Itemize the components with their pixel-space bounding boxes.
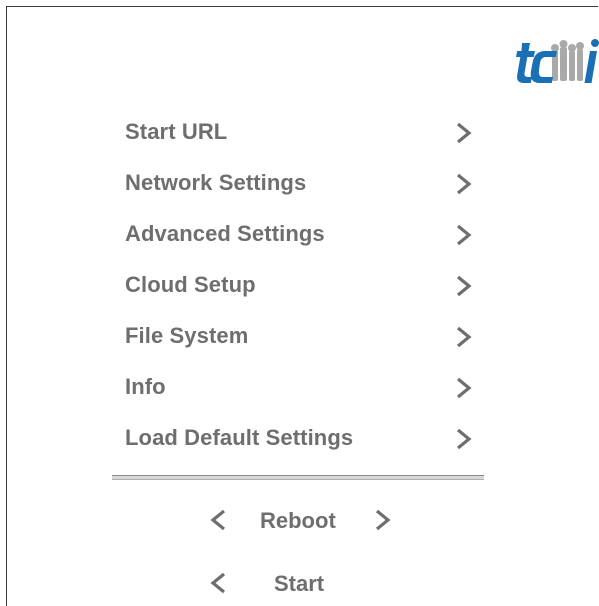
chevron-right-icon bbox=[456, 224, 472, 246]
menu-item-info[interactable]: Info bbox=[125, 366, 485, 408]
chevron-right-icon bbox=[456, 326, 472, 348]
menu-item-start-url[interactable]: Start URL bbox=[125, 111, 485, 153]
menu-item-file-system[interactable]: File System bbox=[125, 315, 485, 357]
menu-item-label: File System bbox=[125, 323, 249, 348]
menu-item-label: Network Settings bbox=[125, 170, 307, 195]
chevron-right-icon bbox=[456, 122, 472, 144]
chevron-left-icon[interactable] bbox=[207, 508, 229, 532]
start-control: Start bbox=[7, 564, 599, 604]
tcmi-logo bbox=[516, 39, 599, 83]
chevron-right-icon bbox=[456, 173, 472, 195]
menu-item-cloud-setup[interactable]: Cloud Setup bbox=[125, 264, 485, 306]
chevron-right-icon bbox=[456, 377, 472, 399]
chevron-right-icon[interactable] bbox=[372, 508, 394, 532]
menu-item-load-default-settings[interactable]: Load Default Settings bbox=[125, 417, 485, 459]
menu-divider bbox=[112, 475, 484, 480]
menu-item-label: Cloud Setup bbox=[125, 272, 256, 297]
settings-panel: Start URL Network Settings Advanced Sett… bbox=[6, 6, 599, 606]
chevron-right-icon bbox=[456, 428, 472, 450]
menu-item-advanced-settings[interactable]: Advanced Settings bbox=[125, 213, 485, 255]
start-button[interactable]: Start bbox=[274, 571, 324, 597]
reboot-button[interactable]: Reboot bbox=[260, 508, 336, 534]
reboot-control: Reboot bbox=[7, 501, 599, 541]
chevron-right-icon bbox=[456, 275, 472, 297]
menu-item-label: Info bbox=[125, 374, 166, 399]
menu-item-label: Advanced Settings bbox=[125, 221, 325, 246]
menu-item-network-settings[interactable]: Network Settings bbox=[125, 162, 485, 204]
menu-item-label: Load Default Settings bbox=[125, 425, 354, 450]
menu-item-label: Start URL bbox=[125, 119, 228, 144]
chevron-left-icon[interactable] bbox=[207, 571, 229, 595]
